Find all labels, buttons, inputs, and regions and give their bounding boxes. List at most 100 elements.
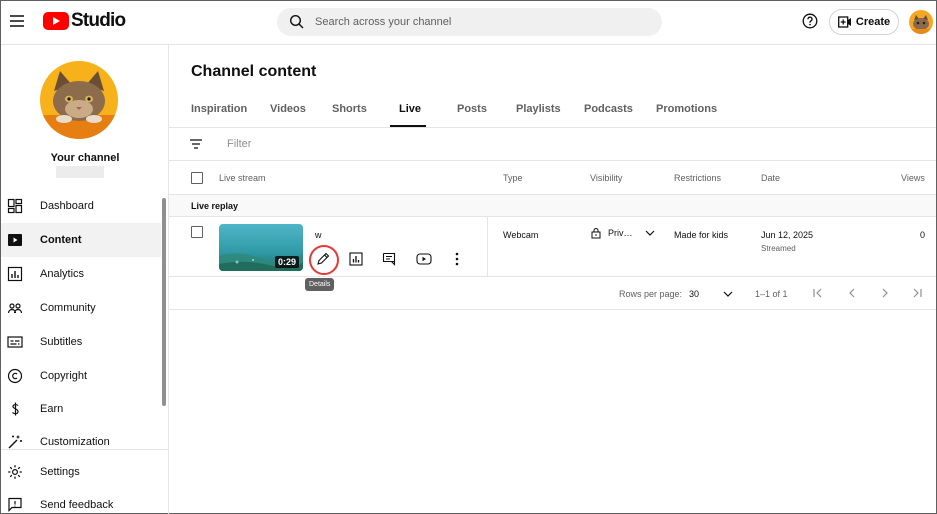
sidebar-item-label: Dashboard <box>40 200 94 212</box>
chevron-down-icon <box>723 291 733 297</box>
sidebar-item-label: Community <box>40 302 96 314</box>
details-pencil-icon[interactable] <box>312 248 334 270</box>
tab-posts[interactable]: Posts <box>457 103 487 115</box>
column-visibility[interactable]: Visibility <box>590 173 622 183</box>
video-title[interactable]: w <box>315 230 322 240</box>
column-restrictions[interactable]: Restrictions <box>674 173 721 183</box>
group-header: Live replay <box>169 195 936 217</box>
sidebar-item-label: Subtitles <box>40 336 83 348</box>
views-cell: 0 <box>920 230 926 240</box>
account-avatar[interactable] <box>909 10 933 34</box>
tab-inspiration[interactable]: Inspiration <box>191 103 247 115</box>
sidebar-item-subtitles[interactable]: Subtitles <box>1 325 161 359</box>
gear-icon <box>7 464 23 480</box>
previous-page-icon[interactable] <box>846 287 858 299</box>
youtube-watch-icon[interactable] <box>413 248 435 270</box>
column-live-stream[interactable]: Live stream <box>219 173 266 183</box>
sidebar-item-community[interactable]: Community <box>1 291 161 325</box>
first-page-icon[interactable] <box>812 287 824 299</box>
sidebar-item-label: Customization <box>40 436 110 448</box>
column-divider <box>487 217 488 276</box>
sidebar-scrollbar[interactable] <box>162 198 166 406</box>
row-checkbox[interactable] <box>191 226 203 238</box>
pagination-range: 1–1 of 1 <box>755 289 788 299</box>
sidebar-divider <box>1 449 168 450</box>
chevron-down-icon <box>645 230 655 236</box>
sidebar-item-settings[interactable]: Settings <box>1 455 161 489</box>
filter-icon[interactable] <box>189 138 203 150</box>
tab-podcasts[interactable]: Podcasts <box>584 103 633 115</box>
sidebar-item-analytics[interactable]: Analytics <box>1 257 161 291</box>
feedback-icon <box>7 497 23 513</box>
restrictions-cell: Made for kids <box>674 230 729 240</box>
help-icon[interactable] <box>802 13 818 29</box>
sidebar-item-label: Copyright <box>40 370 88 382</box>
date-status: Streamed <box>761 244 796 253</box>
select-all-checkbox[interactable] <box>191 172 203 184</box>
community-icon <box>7 300 23 316</box>
hamburger-menu-icon[interactable] <box>7 11 27 31</box>
subtitles-icon <box>7 334 23 350</box>
sidebar-item-content[interactable]: Content <box>1 223 161 257</box>
group-label: Live replay <box>191 201 239 211</box>
top-bar: Studio Create <box>1 1 936 45</box>
next-page-icon[interactable] <box>879 287 891 299</box>
type-cell: Webcam <box>503 230 539 240</box>
table-row[interactable]: 0:29 w Webcam Priv… Made for kids Jun 12… <box>169 217 936 277</box>
analytics-icon[interactable] <box>345 248 367 270</box>
sidebar-item-label: Settings <box>40 466 80 478</box>
column-views[interactable]: Views <box>901 173 925 183</box>
sidebar-item-send-feedback[interactable]: Send feedback <box>1 488 161 514</box>
sidebar-item-label: Send feedback <box>40 499 114 511</box>
video-thumbnail[interactable]: 0:29 <box>219 224 303 271</box>
copyright-icon <box>7 368 23 384</box>
more-options-icon[interactable] <box>446 248 468 270</box>
duration-badge: 0:29 <box>274 256 299 268</box>
sidebar-item-customization[interactable]: Customization <box>1 425 161 459</box>
channel-name: Your channel <box>50 152 120 164</box>
youtube-play-icon <box>43 12 69 30</box>
tab-shorts[interactable]: Shorts <box>332 103 367 115</box>
channel-avatar[interactable] <box>40 61 118 139</box>
filter-bar[interactable]: Filter <box>169 128 936 161</box>
table-header: Live stream Type Visibility Restrictions… <box>169 161 936 195</box>
last-page-icon[interactable] <box>911 287 923 299</box>
tab-promotions[interactable]: Promotions <box>656 103 717 115</box>
create-video-icon <box>837 16 852 28</box>
search-icon <box>289 14 305 30</box>
channel-handle-redacted <box>56 166 104 178</box>
sidebar-item-copyright[interactable]: Copyright <box>1 359 161 393</box>
date-cell: Jun 12, 2025 <box>761 230 814 240</box>
visibility-dropdown[interactable]: Priv… <box>590 227 655 239</box>
tab-live[interactable]: Live <box>399 103 421 115</box>
rows-per-page-value: 30 <box>689 289 700 299</box>
sidebar-item-earn[interactable]: Earn <box>1 392 161 426</box>
active-tab-indicator <box>390 125 426 127</box>
create-button[interactable]: Create <box>829 9 899 35</box>
tab-playlists[interactable]: Playlists <box>516 103 561 115</box>
studio-logo[interactable]: Studio <box>43 10 126 32</box>
analytics-icon <box>7 266 23 282</box>
column-type[interactable]: Type <box>503 173 523 183</box>
visibility-value: Priv… <box>608 228 633 238</box>
filter-input[interactable]: Filter <box>227 138 251 150</box>
sidebar-item-label: Earn <box>40 403 64 415</box>
comments-icon[interactable] <box>378 248 400 270</box>
column-date[interactable]: Date <box>761 173 780 183</box>
lock-icon <box>590 227 602 239</box>
search-input[interactable] <box>315 8 645 36</box>
sidebar-item-label: Content <box>40 234 82 246</box>
customization-icon <box>7 434 23 450</box>
create-label: Create <box>855 16 891 28</box>
pagination-bar: Rows per page: 30 1–1 of 1 <box>169 278 936 310</box>
page-title: Channel content <box>191 63 317 80</box>
content-icon <box>7 232 23 248</box>
tab-videos[interactable]: Videos <box>270 103 306 115</box>
rows-per-page-label: Rows per page: <box>619 289 683 299</box>
earn-icon <box>7 401 23 417</box>
sidebar: Your channel Dashboard Content Analytics… <box>1 45 169 514</box>
search-bar[interactable] <box>277 8 662 36</box>
sidebar-item-dashboard[interactable]: Dashboard <box>1 189 161 223</box>
sidebar-item-label: Analytics <box>40 268 85 280</box>
rows-per-page-select[interactable]: 30 <box>689 289 733 299</box>
